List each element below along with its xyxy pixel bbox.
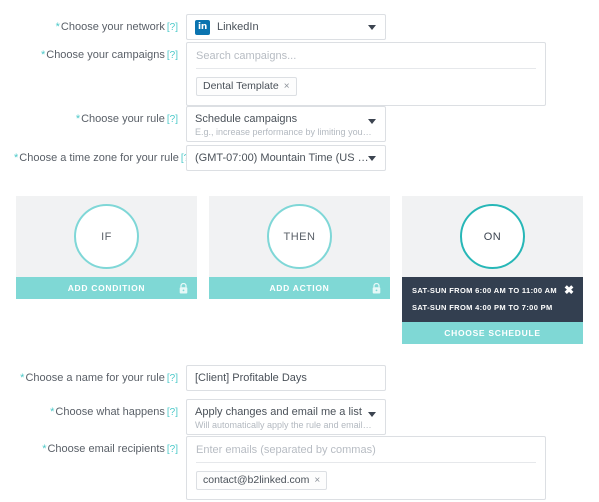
help-icon[interactable]: [?] bbox=[167, 444, 178, 455]
field-row-what-happens: *Choose what happens [?] Apply changes an… bbox=[14, 399, 386, 435]
help-icon[interactable]: [?] bbox=[167, 114, 178, 125]
rule-name-input[interactable]: [Client] Profitable Days bbox=[186, 365, 386, 391]
rule-value: Schedule campaigns bbox=[195, 113, 298, 125]
label-network-text: Choose your network bbox=[60, 21, 165, 33]
on-card: ON SAT-SUN FROM 6:00 AM TO 11:00 AM SAT-… bbox=[402, 196, 583, 344]
required-asterisk: * bbox=[55, 21, 60, 33]
campaign-token[interactable]: Dental Template × bbox=[196, 77, 297, 96]
campaign-search-input[interactable]: Search campaigns... bbox=[196, 50, 536, 69]
chevron-down-icon bbox=[368, 25, 376, 30]
if-card: IF ADD CONDITION bbox=[16, 196, 197, 299]
chevron-down-icon bbox=[368, 156, 376, 161]
email-token-label: contact@b2linked.com bbox=[203, 474, 310, 486]
required-asterisk: * bbox=[42, 443, 47, 455]
campaign-token-label: Dental Template bbox=[203, 80, 279, 92]
schedule-item: SAT-SUN FROM 6:00 AM TO 11:00 AM bbox=[412, 286, 557, 295]
chevron-down-icon bbox=[368, 412, 376, 417]
required-asterisk: * bbox=[75, 113, 81, 125]
label-campaigns: *Choose your campaigns [?] bbox=[14, 42, 186, 62]
on-circle[interactable]: ON bbox=[460, 204, 525, 269]
help-icon[interactable]: [?] bbox=[167, 373, 178, 384]
if-circle[interactable]: IF bbox=[74, 204, 139, 269]
add-condition-label: ADD CONDITION bbox=[67, 283, 146, 293]
email-search-input[interactable]: Enter emails (separated by commas) bbox=[196, 444, 536, 463]
remove-token-icon[interactable]: × bbox=[314, 474, 320, 487]
field-row-rule: *Choose your rule [?] Schedule campaigns … bbox=[14, 106, 386, 142]
campaigns-picker-wrapper: Search campaigns... Dental Template × bbox=[186, 42, 546, 106]
network-select-wrapper: in LinkedIn bbox=[186, 14, 386, 40]
then-circle[interactable]: THEN bbox=[267, 204, 332, 269]
required-asterisk: * bbox=[50, 406, 55, 418]
what-happens-select-wrapper: Apply changes and email me a list Will a… bbox=[186, 399, 386, 435]
schedule-item: SAT-SUN FROM 4:00 PM TO 7:00 PM bbox=[412, 303, 553, 312]
field-row-timezone: *Choose a time zone for your rule[?] (GM… bbox=[14, 145, 386, 171]
field-row-email-recipients: *Choose email recipients [?] Enter emails… bbox=[14, 436, 546, 500]
linkedin-icon: in bbox=[195, 19, 210, 35]
email-token[interactable]: contact@b2linked.com × bbox=[196, 471, 328, 490]
label-rule-text: Choose your rule bbox=[81, 113, 165, 125]
field-row-network: *Choose your network [?] in LinkedIn bbox=[14, 14, 386, 40]
choose-schedule-button[interactable]: CHOOSE SCHEDULE bbox=[402, 322, 583, 344]
rule-name-wrapper: [Client] Profitable Days bbox=[186, 365, 386, 391]
add-condition-button[interactable]: ADD CONDITION bbox=[16, 277, 197, 299]
label-timezone-text: Choose a time zone for your rule bbox=[19, 152, 179, 164]
email-token-box[interactable]: Enter emails (separated by commas) conta… bbox=[186, 436, 546, 500]
what-happens-select[interactable]: Apply changes and email me a list Will a… bbox=[186, 399, 386, 435]
help-icon[interactable]: [?] bbox=[167, 22, 178, 33]
what-happens-value: Apply changes and email me a list bbox=[195, 406, 362, 418]
choose-schedule-label: CHOOSE SCHEDULE bbox=[444, 328, 541, 338]
rule-description: E.g., increase performance by limiting y… bbox=[195, 127, 373, 137]
field-row-campaigns: *Choose your campaigns [?] Search campaig… bbox=[14, 42, 546, 106]
remove-token-icon[interactable]: × bbox=[284, 80, 290, 93]
schedule-list: SAT-SUN FROM 6:00 AM TO 11:00 AM SAT-SUN… bbox=[402, 277, 583, 322]
lock-icon bbox=[179, 282, 188, 296]
close-icon[interactable]: ✖ bbox=[564, 284, 574, 296]
lock-icon bbox=[372, 282, 381, 296]
label-email-recipients-text: Choose email recipients bbox=[47, 443, 165, 455]
timezone-select-wrapper: (GMT-07:00) Mountain Time (US & Canada) bbox=[186, 145, 386, 171]
label-what-happens-text: Choose what happens bbox=[55, 406, 165, 418]
required-asterisk: * bbox=[40, 49, 46, 61]
rule-select[interactable]: Schedule campaigns E.g., increase perfor… bbox=[186, 106, 386, 142]
label-network: *Choose your network [?] bbox=[14, 14, 186, 34]
on-card-body: ON bbox=[402, 196, 583, 277]
required-asterisk: * bbox=[14, 152, 19, 164]
label-email-recipients: *Choose email recipients [?] bbox=[14, 436, 186, 456]
label-rule-name-text: Choose a name for your rule bbox=[25, 372, 165, 384]
add-action-button[interactable]: ADD ACTION bbox=[209, 277, 390, 299]
if-card-body: IF bbox=[16, 196, 197, 277]
timezone-select[interactable]: (GMT-07:00) Mountain Time (US & Canada) bbox=[186, 145, 386, 171]
required-asterisk: * bbox=[20, 372, 25, 384]
campaigns-token-box[interactable]: Search campaigns... Dental Template × bbox=[186, 42, 546, 106]
network-select[interactable]: in LinkedIn bbox=[186, 14, 386, 40]
email-recipients-wrapper: Enter emails (separated by commas) conta… bbox=[186, 436, 546, 500]
label-campaigns-text: Choose your campaigns bbox=[46, 49, 165, 61]
label-rule: *Choose your rule [?] bbox=[14, 106, 186, 126]
chevron-down-icon bbox=[368, 119, 376, 124]
field-row-rule-name: *Choose a name for your rule [?] [Client]… bbox=[14, 365, 386, 391]
rule-select-wrapper: Schedule campaigns E.g., increase perfor… bbox=[186, 106, 386, 142]
help-icon[interactable]: [?] bbox=[167, 407, 178, 418]
help-icon[interactable]: [?] bbox=[167, 50, 178, 61]
then-card-body: THEN bbox=[209, 196, 390, 277]
label-what-happens: *Choose what happens [?] bbox=[14, 399, 186, 419]
timezone-value: (GMT-07:00) Mountain Time (US & Canada) bbox=[195, 151, 370, 164]
label-rule-name: *Choose a name for your rule [?] bbox=[14, 365, 186, 385]
network-value: LinkedIn bbox=[217, 20, 259, 33]
then-card: THEN ADD ACTION bbox=[209, 196, 390, 299]
add-action-label: ADD ACTION bbox=[269, 283, 330, 293]
label-timezone: *Choose a time zone for your rule[?] bbox=[14, 145, 192, 165]
what-happens-description: Will automatically apply the rule and em… bbox=[195, 420, 373, 430]
